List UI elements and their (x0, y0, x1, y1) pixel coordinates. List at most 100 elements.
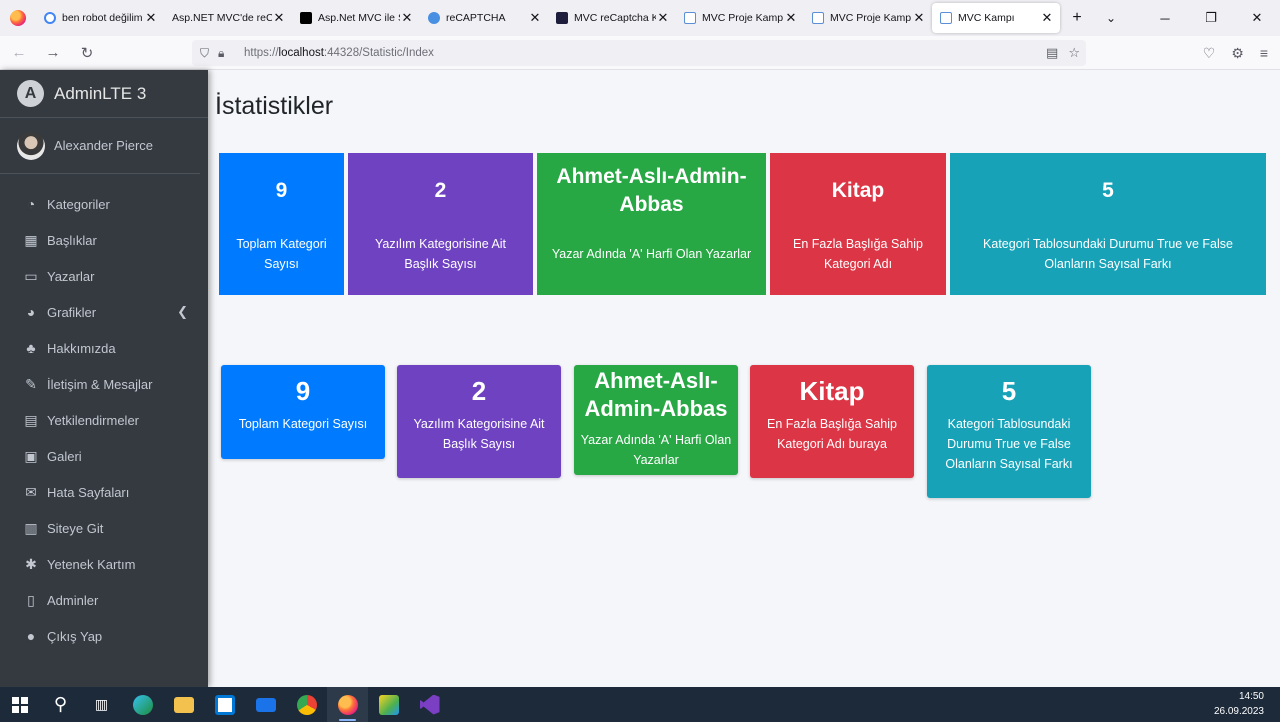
sidebar: A AdminLTE 3 Alexander Pierce ◔ Kategoril… (0, 70, 208, 687)
taskbar-edge[interactable] (122, 687, 163, 722)
browser-tab[interactable]: MVC reCaptcha Ku ✕ (548, 0, 676, 36)
url-text[interactable]: https://localhost:44328/Statistic/Index (244, 47, 434, 59)
browser-tab[interactable]: reCAPTCHA ✕ (420, 0, 548, 36)
sidebar-item-yetenek-kartim[interactable]: ✱ Yetenek Kartım (0, 546, 208, 582)
close-tab-icon[interactable]: ✕ (272, 10, 286, 26)
recaptcha-icon (428, 12, 440, 24)
brand-link[interactable]: A AdminLTE 3 (0, 70, 208, 118)
extensions-icon[interactable]: ⚙ (1231, 45, 1244, 62)
taskbar-visual-studio[interactable] (409, 687, 450, 722)
reader-view-icon[interactable]: ▤ (1046, 45, 1058, 61)
id-icon: ▯ (27, 591, 35, 608)
browser-tab[interactable]: Asp.NET MVC'de reCAPTCHA✕ (164, 0, 292, 36)
minimize-button[interactable]: ─ (1142, 0, 1188, 36)
taskbar-mail[interactable] (245, 687, 286, 722)
taskbar-firefox[interactable] (327, 687, 368, 722)
sidebar-item-hakkimizda[interactable]: ♣ Hakkımızda (0, 330, 208, 366)
taskbar-store[interactable] (204, 687, 245, 722)
site-icon (300, 12, 312, 24)
page-icon (940, 12, 952, 24)
url-bar[interactable]: ⛉ 🔒︎ https://localhost:44328/Statistic/I… (192, 40, 1086, 66)
browser-tab[interactable]: ben robot değilim ✕ (36, 0, 164, 36)
task-view-button[interactable]: ▥ (81, 687, 122, 722)
pie-chart-icon: ◕ (26, 304, 36, 320)
close-tab-icon[interactable]: ✕ (912, 10, 926, 26)
task-view-icon: ▥ (94, 696, 109, 712)
reload-button[interactable]: ↻ (72, 38, 102, 68)
close-tab-icon[interactable]: ✕ (656, 10, 670, 26)
dashboard-icon: ◔ (26, 196, 36, 212)
back-button[interactable]: ← (4, 38, 34, 68)
search-button[interactable]: ⚲ (40, 687, 81, 722)
user-panel[interactable]: Alexander Pierce (0, 118, 200, 174)
edit-icon: ✎ (25, 375, 37, 392)
asterisk-icon: ✱ (25, 555, 37, 572)
close-tab-icon[interactable]: ✕ (144, 10, 158, 26)
shield-icon[interactable]: ⛉ (200, 46, 218, 61)
sidebar-item-hata-sayfalari[interactable]: ✉ Hata Sayfaları (0, 474, 208, 510)
close-tab-icon[interactable]: ✕ (400, 10, 414, 26)
browser-tab[interactable]: MVC Proje Kampı ✕ (676, 0, 804, 36)
stat-box-top-category: Kitap En Fazla Başlığa Sahip Kategori Ad… (770, 153, 946, 295)
stat-card-status-difference: 5 Kategori Tablosundaki Durumu True ve F… (927, 365, 1091, 498)
edge-icon (132, 694, 153, 715)
visual-studio-icon (419, 694, 440, 715)
browser-tab-strip: ben robot değilim✕ Asp.NET MVC'de reCAPT… (0, 0, 1280, 36)
sidebar-menu: ◔ Kategoriler ▦ Başlıklar ▭ Yazarlar ◕ Grafi… (0, 174, 208, 654)
content-wrapper: İstatistikler 9 Toplam Kategori Sayısı 2… (208, 70, 1280, 687)
browser-tab-active[interactable]: MVC Kampı ✕ (932, 3, 1060, 33)
stat-card-software-headings: 2 Yazılım Kategorisine Ait Başlık Sayısı (397, 365, 561, 478)
tree-icon: ♣ (26, 340, 36, 356)
sidebar-item-siteye-git[interactable]: ▥ Siteye Git (0, 510, 208, 546)
stat-box-software-headings: 2 Yazılım Kategorisine Ait Başlık Sayısı (348, 153, 533, 295)
close-tab-icon[interactable]: ✕ (528, 10, 542, 26)
stat-box-status-difference: 5 Kategori Tablosundaki Durumu True ve F… (950, 153, 1266, 295)
sidebar-item-grafikler[interactable]: ◕ Grafikler ❮ (0, 294, 208, 330)
forward-button[interactable]: → (38, 38, 68, 68)
taskbar-chrome[interactable] (286, 687, 327, 722)
file-icon: ▭ (24, 267, 38, 284)
sidebar-item-galeri[interactable]: ▣ Galeri (0, 438, 208, 474)
browser-tab[interactable]: MVC Proje Kampı ✕ (804, 0, 932, 36)
windows-logo-icon (12, 696, 28, 713)
maximize-button[interactable]: ❐ (1188, 0, 1234, 36)
sidebar-item-cikis-yap[interactable]: ● Çıkış Yap (0, 618, 208, 654)
browser-tab[interactable]: Asp.Net MVC ile S ✕ (292, 0, 420, 36)
app-icon (378, 694, 399, 715)
system-clock[interactable]: 14:50 26.09.2023 (1214, 689, 1264, 719)
firefox-menu-button[interactable] (0, 0, 36, 36)
sidebar-item-yazarlar[interactable]: ▭ Yazarlar (0, 258, 208, 294)
page-icon (812, 12, 824, 24)
user-name[interactable]: Alexander Pierce (54, 138, 153, 153)
sidebar-item-iletisim[interactable]: ✎ İletişim & Mesajlar (0, 366, 208, 402)
stat-card-top-category: Kitap En Fazla Başlığa Sahip Kategori Ad… (750, 365, 914, 478)
list-tabs-button[interactable]: ⌄ (1094, 0, 1128, 36)
window-controls: ─ ❐ ✕ (1142, 0, 1280, 36)
close-tab-icon[interactable]: ✕ (784, 10, 798, 26)
sidebar-item-basliklar[interactable]: ▦ Başlıklar (0, 222, 208, 258)
sidebar-item-adminler[interactable]: ▯ Adminler (0, 582, 208, 618)
close-tab-icon[interactable]: ✕ (1040, 10, 1054, 26)
start-button[interactable] (0, 687, 40, 722)
firefox-icon (10, 10, 26, 26)
pocket-icon[interactable]: ♡ (1203, 45, 1216, 62)
close-window-button[interactable]: ✕ (1234, 0, 1280, 36)
taskbar-app[interactable] (368, 687, 409, 722)
clock-time: 14:50 (1238, 691, 1264, 702)
page-icon (684, 12, 696, 24)
bookmark-star-icon[interactable]: ☆ (1068, 45, 1080, 61)
menu-icon[interactable]: ≡ (1260, 45, 1268, 61)
sidebar-item-yetkilendirmeler[interactable]: ▤ Yetkilendirmeler (0, 402, 208, 438)
stat-box-category-count: 9 Toplam Kategori Sayısı (219, 153, 344, 295)
clock-date: 26.09.2023 (1213, 706, 1264, 717)
page-title: İstatistikler (215, 92, 334, 120)
avatar (17, 131, 45, 160)
calendar-icon: ▥ (24, 519, 38, 536)
grid-icon: ▦ (24, 231, 38, 248)
firefox-icon (337, 694, 358, 715)
new-tab-button[interactable]: + (1060, 0, 1094, 36)
taskbar-file-explorer[interactable] (163, 687, 204, 722)
lock-icon[interactable]: 🔒︎ (218, 46, 236, 61)
image-icon: ▣ (24, 447, 38, 464)
sidebar-item-kategoriler[interactable]: ◔ Kategoriler (0, 186, 208, 222)
